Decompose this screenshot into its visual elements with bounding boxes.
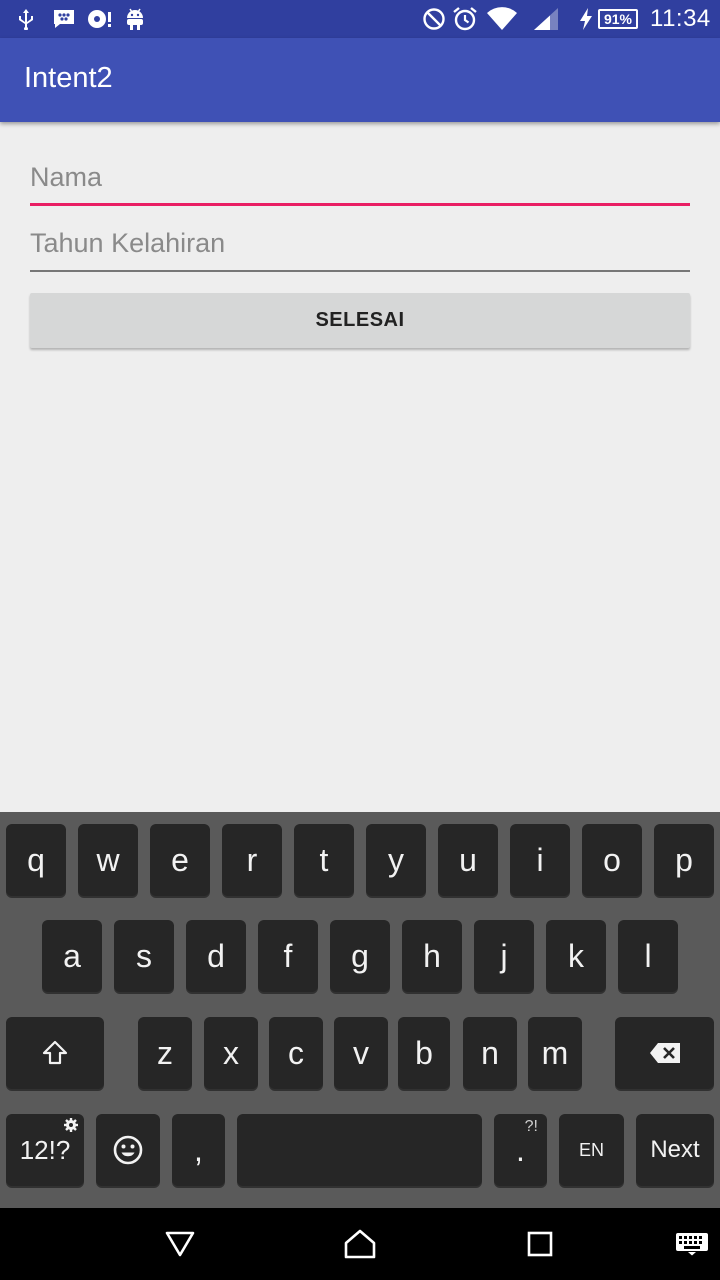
shift-icon: [42, 1040, 68, 1065]
key-f[interactable]: f: [258, 920, 318, 992]
recents-icon: [527, 1231, 553, 1257]
battery-indicator: 91%: [598, 9, 638, 29]
emoji-key[interactable]: [96, 1114, 160, 1186]
status-bar: 91% 11:34: [0, 0, 720, 38]
key-a[interactable]: a: [42, 920, 102, 992]
key-k[interactable]: k: [546, 920, 606, 992]
period-label: .: [516, 1131, 525, 1168]
nama-underline-focused: [30, 203, 690, 206]
key-t[interactable]: t: [294, 824, 354, 896]
key-p[interactable]: p: [654, 824, 714, 896]
tahun-kelahiran-field[interactable]: Tahun Kelahiran: [30, 214, 690, 272]
media-icon: [86, 6, 112, 32]
cell-signal-icon: [532, 6, 560, 32]
key-c[interactable]: c: [269, 1017, 323, 1089]
key-i[interactable]: i: [510, 824, 570, 896]
key-w[interactable]: w: [78, 824, 138, 896]
back-button[interactable]: [160, 1226, 200, 1262]
key-b[interactable]: b: [398, 1017, 450, 1089]
settings-gear-icon: [64, 1118, 78, 1132]
nama-placeholder: Nama: [30, 162, 103, 192]
keyboard-switch-icon: [676, 1233, 708, 1256]
nama-field[interactable]: Nama: [30, 148, 690, 206]
key-s[interactable]: s: [114, 920, 174, 992]
key-u[interactable]: u: [438, 824, 498, 896]
symbols-key[interactable]: 12!?: [6, 1114, 84, 1186]
key-m[interactable]: m: [528, 1017, 582, 1089]
space-key[interactable]: [237, 1114, 482, 1186]
period-corner-hint: ?!: [524, 1118, 538, 1135]
language-key[interactable]: EN: [559, 1114, 624, 1186]
key-o[interactable]: o: [582, 824, 642, 896]
symbols-label: 12!?: [19, 1134, 71, 1165]
key-x[interactable]: x: [204, 1017, 258, 1089]
recents-button[interactable]: [520, 1226, 560, 1262]
tahun-kelahiran-underline: [30, 270, 690, 272]
wifi-icon: [486, 6, 518, 32]
keyboard-switch-button[interactable]: [672, 1226, 712, 1262]
key-j[interactable]: j: [474, 920, 534, 992]
key-v[interactable]: v: [334, 1017, 388, 1089]
usb-icon: [16, 6, 36, 32]
charging-icon: [578, 6, 594, 32]
tahun-kelahiran-placeholder: Tahun Kelahiran: [30, 228, 226, 258]
period-key[interactable]: . ?!: [494, 1114, 547, 1186]
do-not-disturb-icon: [422, 6, 446, 32]
backspace-icon: [649, 1043, 680, 1063]
navigation-bar: [0, 1208, 720, 1280]
app-bar: Intent2: [0, 38, 720, 122]
app-title: Intent2: [24, 62, 113, 94]
key-h[interactable]: h: [402, 920, 462, 992]
home-button[interactable]: [340, 1226, 380, 1262]
bbm-icon: [52, 6, 76, 32]
backspace-key[interactable]: [615, 1017, 714, 1089]
soft-keyboard: q w e r t y u i o p a s d f g h j k l z …: [0, 812, 720, 1208]
key-l[interactable]: l: [618, 920, 678, 992]
key-g[interactable]: g: [330, 920, 390, 992]
key-z[interactable]: z: [138, 1017, 192, 1089]
key-r[interactable]: r: [222, 824, 282, 896]
key-d[interactable]: d: [186, 920, 246, 992]
emoji-icon: [113, 1135, 143, 1165]
home-icon: [344, 1229, 376, 1259]
selesai-button[interactable]: SELESAI: [30, 293, 690, 348]
next-key[interactable]: Next: [636, 1114, 714, 1186]
key-q[interactable]: q: [6, 824, 66, 896]
comma-key[interactable]: ,: [172, 1114, 225, 1186]
clock: 11:34: [650, 5, 711, 32]
android-debug-icon: [124, 6, 146, 32]
back-icon: [165, 1231, 195, 1257]
shift-key[interactable]: [6, 1017, 104, 1089]
key-e[interactable]: e: [150, 824, 210, 896]
key-n[interactable]: n: [463, 1017, 517, 1089]
alarm-icon: [452, 6, 478, 32]
key-y[interactable]: y: [366, 824, 426, 896]
